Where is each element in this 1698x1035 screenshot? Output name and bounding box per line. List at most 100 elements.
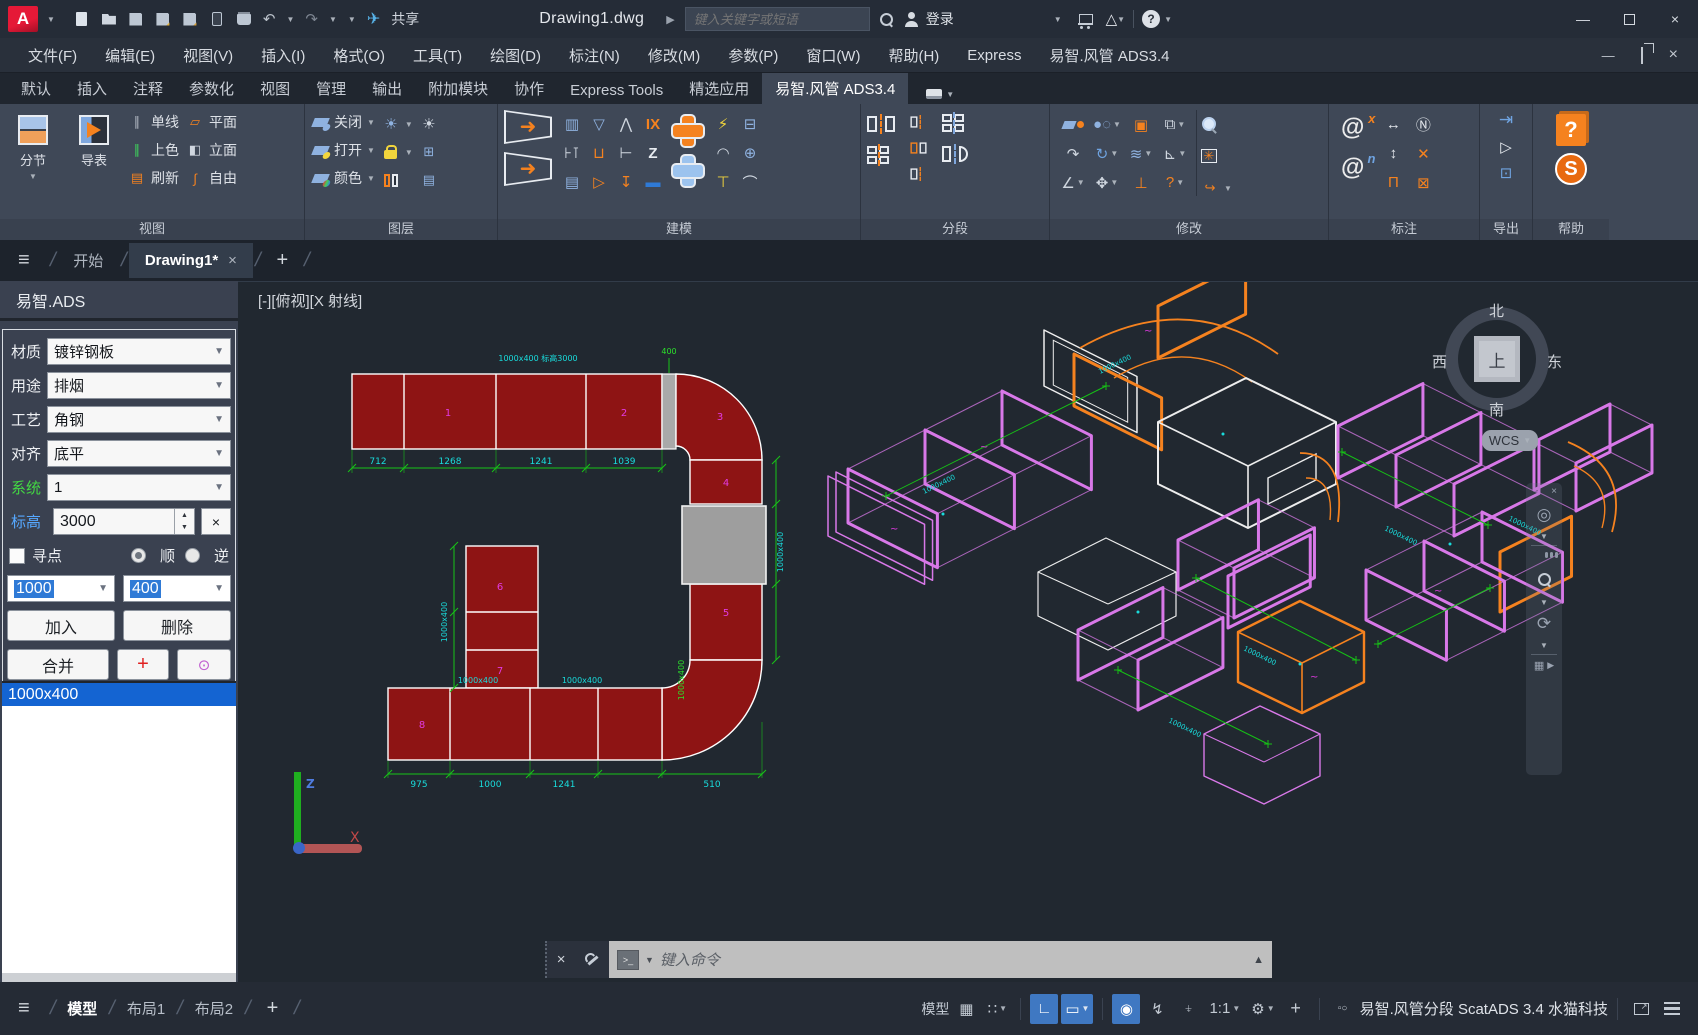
account-icon[interactable] <box>904 11 920 27</box>
elevation-view-button[interactable]: ◧立面 <box>186 138 237 162</box>
modify-array-button[interactable]: ≋▼ <box>1130 145 1153 163</box>
help-panel-label[interactable]: 帮助 <box>1533 219 1609 240</box>
layer-thaw-button[interactable]: ☀ <box>420 112 438 136</box>
viewcube-east[interactable]: 东 <box>1547 351 1562 372</box>
zoom-extents-icon[interactable] <box>1537 564 1551 598</box>
search-icon[interactable] <box>878 11 894 27</box>
autodesk-app-icon[interactable]: △ <box>1106 10 1118 28</box>
menu-express[interactable]: Express <box>953 38 1035 72</box>
modify-query-button[interactable]: ?▼ <box>1166 174 1184 191</box>
print-icon[interactable] <box>236 11 252 27</box>
size-list[interactable]: 1000x400 <box>2 681 236 973</box>
orbit-caret-icon[interactable]: ▼ <box>1540 641 1548 650</box>
duct-draw-alt-button[interactable]: ➜ <box>504 152 552 186</box>
help-icon[interactable]: ? <box>1142 10 1160 28</box>
tool-arc-dash-button[interactable]: ◠ <box>716 144 729 162</box>
redo-caret-icon[interactable]: ▼ <box>329 15 337 24</box>
refresh-button[interactable]: ▤刷新 <box>128 166 179 190</box>
modify-rotate-button[interactable]: ↻▼ <box>1096 145 1119 163</box>
help-s-button[interactable]: S <box>1555 153 1587 185</box>
export-play-button[interactable]: ▷ <box>1500 138 1512 156</box>
tool-monitor-button[interactable]: ⊟ <box>744 115 757 133</box>
width-combo[interactable]: 1000▼ <box>7 575 115 602</box>
save-as-icon[interactable] <box>155 11 171 27</box>
tab-close-icon[interactable]: × <box>228 252 237 269</box>
segment-panel-label[interactable]: 分段 <box>861 219 1049 240</box>
modify-trim-button[interactable]: ⊥ <box>1134 174 1147 192</box>
osnap-toggle-icon[interactable]: ◉ <box>1112 994 1140 1024</box>
menu-draw[interactable]: 绘图(D) <box>476 38 555 72</box>
menu-window[interactable]: 窗口(W) <box>792 38 874 72</box>
fitting-u-button[interactable]: ⊔ <box>593 144 605 162</box>
dim-vertical-button[interactable]: ↕ <box>1390 145 1398 162</box>
settings-gear-icon[interactable]: ⚙▼ <box>1247 994 1278 1024</box>
new-layout-button[interactable]: + <box>253 997 293 1020</box>
menu-tools[interactable]: 工具(T) <box>399 38 476 72</box>
tool-flash-button[interactable]: ⚡ <box>718 115 729 133</box>
spin-up-icon[interactable]: ▲ <box>175 509 194 522</box>
menu-view[interactable]: 视图(V) <box>169 38 247 72</box>
tool-tee-yellow-button[interactable]: ⊤ <box>716 173 729 191</box>
ribbon-tab-default[interactable]: 默认 <box>8 73 64 104</box>
modify-zoom-button[interactable] <box>1201 112 1232 136</box>
tab-start[interactable]: 开始 <box>57 241 119 280</box>
command-grip[interactable]: × <box>545 941 609 978</box>
modify-flip-button[interactable]: ⊾▼ <box>1164 145 1187 163</box>
doc-restore-button[interactable] <box>1641 48 1643 63</box>
command-wrench-icon[interactable] <box>585 953 599 967</box>
transfer-icon[interactable] <box>209 11 225 27</box>
dim-panel-label[interactable]: 标注 <box>1329 219 1479 240</box>
fitting-straight-button[interactable]: ▥ <box>565 115 579 133</box>
ucs-icon[interactable]: Z X <box>293 772 362 854</box>
close-button[interactable]: × <box>1652 0 1698 38</box>
menu-format[interactable]: 格式(O) <box>319 38 399 72</box>
fitting-z-button[interactable]: Z <box>648 145 657 162</box>
snap-toggle-icon[interactable]: ∷▼ <box>983 994 1011 1024</box>
segment-split-button[interactable] <box>867 114 895 134</box>
open-file-icon[interactable] <box>101 11 117 27</box>
process-select[interactable]: 角钢▼ <box>47 406 231 433</box>
search-input[interactable] <box>685 7 870 31</box>
fitting-h-button[interactable]: ⊢ <box>619 144 632 162</box>
share-label[interactable]: 共享 <box>391 9 419 29</box>
export-page-button[interactable]: ⊡ <box>1500 164 1513 182</box>
tool-valve-button[interactable]: ⊕ <box>744 144 757 162</box>
single-line-button[interactable]: ∥单线 <box>128 110 179 134</box>
ribbon-tab-yizhi-duct[interactable]: 易智.风管 ADS3.4 <box>762 73 908 104</box>
plugin-status-label[interactable]: 易智.风管分段 ScatADS 3.4 水猫科技 <box>1360 998 1608 1019</box>
help-question-button[interactable]: ? <box>1556 114 1586 146</box>
layer-isolate-button[interactable] <box>382 168 413 192</box>
selected-duct-segment[interactable] <box>682 506 766 584</box>
grid-toggle-icon[interactable]: ▦ <box>952 994 980 1024</box>
tool-curve-button[interactable]: ⌒ <box>742 172 757 193</box>
wcs-button[interactable]: WCS▼ <box>1482 430 1538 451</box>
segment-point-button[interactable] <box>910 167 926 181</box>
menu-file[interactable]: 文件(F) <box>14 38 91 72</box>
undo-icon[interactable]: ↶ <box>263 10 276 28</box>
export-panel-label[interactable]: 导出 <box>1480 219 1532 240</box>
layout-menu-icon[interactable]: ≡ <box>0 997 48 1020</box>
viewcube-south[interactable]: 南 <box>1489 399 1504 420</box>
menu-modify[interactable]: 修改(M) <box>634 38 715 72</box>
maximize-button[interactable] <box>1606 0 1652 38</box>
viewcube-top-face[interactable]: 上 <box>1474 336 1520 382</box>
modify-scale-button[interactable]: ⧉▼ <box>1165 116 1186 133</box>
cross-blue-fitting-button[interactable] <box>673 156 703 186</box>
layer-panel-label[interactable]: 图层 <box>305 219 497 240</box>
tab-drawing1[interactable]: Drawing1*× <box>129 243 253 278</box>
fitting-drop-button[interactable]: ↧ <box>620 173 633 191</box>
modify-select-button[interactable]: ↪▼ <box>1201 176 1232 200</box>
section-button[interactable]: 分节 ▼ <box>6 110 60 181</box>
menu-dimension[interactable]: 标注(N) <box>555 38 634 72</box>
plus-button[interactable]: + <box>117 649 169 680</box>
new-file-icon[interactable] <box>74 11 90 27</box>
app-store-cart-icon[interactable] <box>1078 11 1094 27</box>
plan-view-button[interactable]: ▱平面 <box>186 110 237 134</box>
segment-single-button[interactable] <box>910 115 926 129</box>
segment-pair-button[interactable] <box>910 142 926 153</box>
menu-help[interactable]: 帮助(H) <box>874 38 953 72</box>
system-select[interactable]: 1▼ <box>47 474 231 501</box>
segment-grid-button[interactable] <box>942 114 968 132</box>
tab-layout1[interactable]: 布局1 <box>117 998 175 1019</box>
export-doc-button[interactable]: ⇥ <box>1499 110 1513 130</box>
